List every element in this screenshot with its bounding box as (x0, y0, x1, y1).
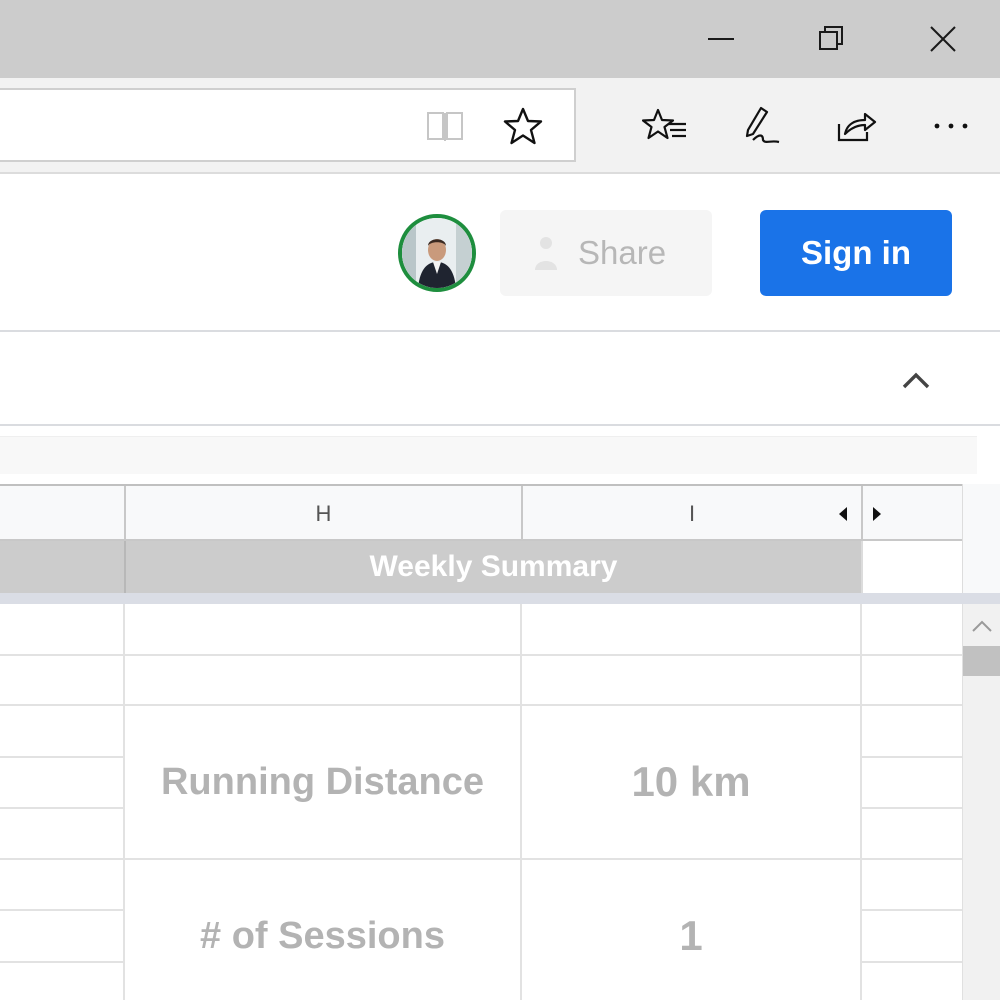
minimize-icon (708, 38, 734, 40)
sessions-label[interactable]: # of Sessions (124, 860, 521, 1000)
sign-in-button[interactable]: Sign in (760, 210, 952, 296)
add-favorite-button[interactable] (500, 104, 546, 148)
close-button[interactable] (888, 0, 998, 78)
running-distance-value[interactable]: 10 km (521, 706, 861, 858)
formula-row (0, 428, 1000, 484)
minimize-button[interactable] (667, 0, 777, 78)
vertical-scrollbar[interactable] (962, 604, 1000, 1000)
more-icon (934, 123, 968, 129)
web-note-button[interactable] (736, 102, 786, 150)
browser-toolbar (0, 78, 1000, 174)
scroll-tabs-left-button[interactable] (834, 502, 852, 526)
triangle-left-icon (839, 507, 847, 521)
row-divider (0, 756, 124, 758)
user-photo-icon (402, 218, 472, 288)
frozen-row: Weekly Summary (0, 541, 962, 593)
running-distance-label[interactable]: Running Distance (124, 706, 521, 858)
grid-cell[interactable] (861, 541, 962, 593)
avatar[interactable] (398, 214, 476, 292)
share-page-button[interactable] (830, 102, 880, 150)
column-header-row: H I (0, 484, 962, 541)
address-bar[interactable] (0, 88, 576, 162)
column-header-h[interactable]: H (124, 486, 521, 541)
menu-bar (0, 334, 1000, 426)
scrollbar-thumb[interactable] (963, 646, 1000, 676)
restore-icon (819, 26, 843, 50)
collapse-menu-button[interactable] (896, 362, 936, 398)
row-divider (861, 807, 962, 809)
triangle-right-icon (873, 507, 881, 521)
person-icon (535, 237, 557, 270)
share-button[interactable]: Share (500, 210, 712, 296)
share-label: Share (578, 234, 667, 271)
star-icon (503, 107, 543, 145)
share-icon (837, 112, 877, 142)
pen-icon (745, 106, 780, 144)
row-divider (861, 961, 962, 963)
freeze-divider[interactable] (0, 593, 1000, 604)
grid-corner-gutter (962, 484, 1000, 594)
row-divider (0, 961, 124, 963)
scroll-tabs-right-button[interactable] (868, 502, 886, 526)
window-titlebar (0, 0, 1000, 78)
favorites-hub-button[interactable] (640, 102, 690, 150)
column-header-i[interactable]: I (521, 486, 861, 541)
weekly-summary-header[interactable]: Weekly Summary (124, 541, 861, 593)
row-divider (0, 909, 124, 911)
reading-view-button[interactable] (422, 106, 468, 146)
chevron-up-icon (972, 620, 992, 632)
row-divider (861, 756, 962, 758)
favorites-hub-icon (642, 108, 686, 140)
grid-body: Running Distance 10 km # of Sessions 1 (0, 604, 962, 1000)
scroll-up-button[interactable] (963, 608, 1000, 644)
column-header[interactable] (0, 486, 124, 541)
close-icon (930, 26, 956, 52)
row-divider (861, 909, 962, 911)
row-divider (0, 807, 124, 809)
chevron-up-icon (902, 372, 930, 389)
app-header: Share Sign in (0, 176, 1000, 332)
more-button[interactable] (925, 102, 979, 150)
restore-button[interactable] (777, 0, 887, 78)
reading-view-icon (427, 112, 463, 141)
row-divider (0, 654, 962, 656)
formula-bar[interactable] (0, 436, 977, 474)
grid-cell[interactable] (0, 541, 124, 593)
sessions-value[interactable]: 1 (521, 860, 861, 1000)
